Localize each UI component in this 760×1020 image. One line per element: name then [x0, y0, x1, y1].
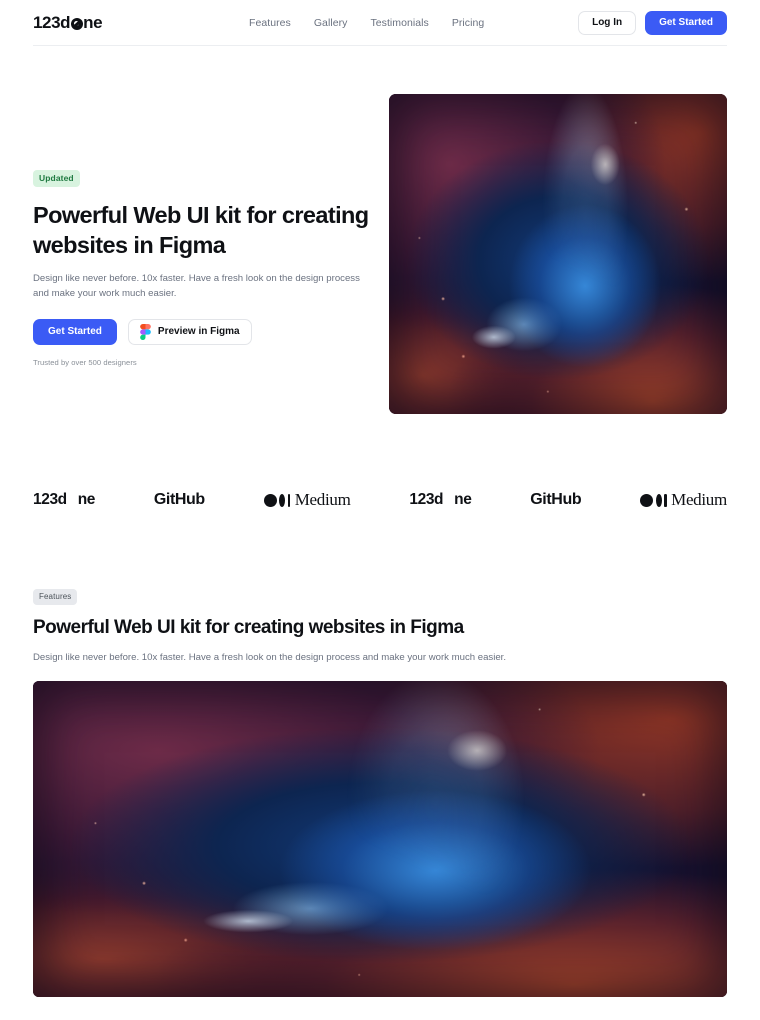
- logo-github-2: GitHub: [530, 491, 582, 508]
- brand-prefix: 123d: [33, 12, 71, 32]
- log-in-button[interactable]: Log In: [578, 11, 637, 35]
- site-header: 123d ne Features Gallery Testimonials Pri…: [33, 0, 727, 46]
- logo-prefix: 123d: [33, 491, 67, 508]
- logo-123done-2: 123d ne: [409, 478, 471, 522]
- hero-get-started-button[interactable]: Get Started: [33, 318, 117, 345]
- medium-bar-icon: [287, 493, 291, 507]
- features-section: Features Powerful Web UI kit for creatin…: [33, 586, 727, 665]
- logo-github-1: GitHub: [153, 491, 205, 508]
- nav-link-testimonials[interactable]: Testimonials: [370, 17, 428, 29]
- slashed-o-icon: [443, 495, 454, 506]
- logo-prefix: 123d: [409, 491, 444, 508]
- medium-wordmark: Medium: [294, 490, 351, 509]
- slashed-o-icon: [67, 495, 78, 506]
- medium-bar-icon: [664, 493, 667, 507]
- slashed-o-icon: [70, 17, 83, 30]
- nav-link-gallery[interactable]: Gallery: [314, 17, 348, 29]
- features-badge: Features: [33, 589, 78, 605]
- logo-medium-1: Medium: [263, 478, 351, 522]
- nav-link-pricing[interactable]: Pricing: [452, 17, 484, 29]
- features-title: Powerful Web UI kit for creating website…: [33, 617, 464, 638]
- preview-in-figma-button[interactable]: Preview in Figma: [127, 318, 252, 345]
- hero-subtitle: Design like never before. 10x faster. Ha…: [33, 272, 360, 300]
- trusted-by-text: Trusted by over 500 designers: [33, 357, 137, 367]
- features-artwork: [33, 681, 727, 997]
- logo-medium-2: Medium: [640, 478, 727, 522]
- medium-dot-icon: [263, 493, 277, 507]
- hero-title: Powerful Web UI kit for creating website…: [33, 201, 369, 258]
- medium-wordmark: Medium: [671, 490, 727, 509]
- preview-in-figma-label: Preview in Figma: [157, 325, 240, 337]
- logo-suffix: ne: [77, 491, 96, 508]
- logo-123done-1: 123d ne: [33, 478, 95, 522]
- features-subtitle: Design like never before. 10x faster. Ha…: [33, 651, 507, 663]
- brand-logo[interactable]: 123d ne: [33, 12, 103, 33]
- hero-copy: Updated Powerful Web UI kit for creating…: [33, 168, 378, 367]
- main-nav: Features Gallery Testimonials Pricing: [249, 0, 484, 46]
- brand-suffix: ne: [83, 12, 103, 32]
- header-actions: Log In Get Started: [578, 0, 727, 46]
- hero-artwork: [389, 94, 727, 414]
- nav-link-features[interactable]: Features: [249, 17, 291, 29]
- medium-ellipse-icon: [655, 493, 662, 507]
- logo-suffix: ne: [454, 491, 472, 508]
- hero-status-badge: Updated: [33, 170, 80, 187]
- figma-icon: [140, 323, 151, 340]
- medium-dot-icon: [640, 493, 654, 507]
- partner-logo-strip: 123d ne GitHub Medium 123d ne GitHub Mediu…: [33, 478, 727, 522]
- hero-cta-group: Get Started Preview in Figma: [33, 318, 378, 345]
- get-started-button[interactable]: Get Started: [645, 11, 727, 35]
- medium-ellipse-icon: [279, 493, 286, 507]
- landing-page: 123d ne Features Gallery Testimonials Pri…: [0, 0, 760, 1020]
- hero-section: Updated Powerful Web UI kit for creating…: [33, 94, 727, 414]
